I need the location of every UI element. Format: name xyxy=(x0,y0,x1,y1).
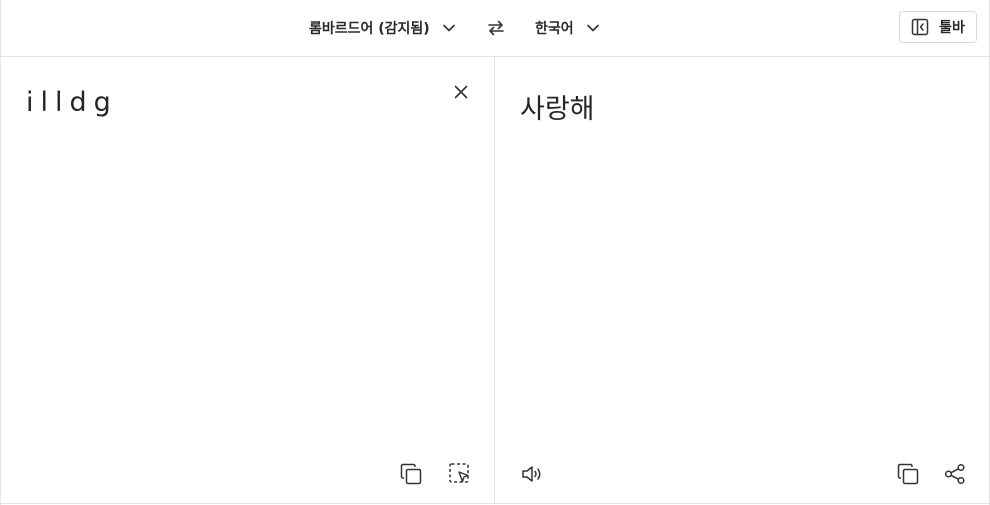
swap-arrows-icon xyxy=(486,18,506,38)
speaker-icon xyxy=(520,462,544,486)
toolbar-label: 툴바 xyxy=(939,20,965,36)
chevron-down-icon xyxy=(586,21,600,35)
close-icon xyxy=(454,85,468,99)
target-language-selector[interactable]: 한국어 xyxy=(535,14,600,42)
source-pane: illdg xyxy=(1,57,495,503)
copy-icon xyxy=(896,462,920,486)
swap-languages-button[interactable] xyxy=(484,15,508,41)
select-text-button[interactable] xyxy=(447,461,473,487)
translator-app: 롬바르드어 (감지됨) 한국어 툴바 illdg 사랑해 xyxy=(0,0,990,505)
copy-source-button[interactable] xyxy=(398,461,424,487)
copy-icon xyxy=(399,462,423,486)
language-bar: 롬바르드어 (감지됨) 한국어 툴바 xyxy=(1,0,989,57)
source-language-selector[interactable]: 롬바르드어 (감지됨) xyxy=(309,14,456,42)
translated-text: 사랑해 xyxy=(520,94,595,125)
chevron-down-icon xyxy=(442,21,456,35)
share-icon xyxy=(943,462,967,486)
sidebar-collapse-icon xyxy=(911,18,929,36)
selection-cursor-icon xyxy=(448,462,472,486)
target-pane: 사랑해 xyxy=(495,57,989,503)
target-language-label: 한국어 xyxy=(535,21,574,37)
copy-translation-button[interactable] xyxy=(895,461,921,487)
toolbar-button[interactable]: 툴바 xyxy=(899,11,977,43)
source-text-input[interactable]: illdg xyxy=(26,87,118,118)
share-button[interactable] xyxy=(942,461,968,487)
listen-button[interactable] xyxy=(519,461,545,487)
clear-source-button[interactable] xyxy=(452,83,470,101)
source-language-label: 롬바르드어 (감지됨) xyxy=(309,21,430,37)
